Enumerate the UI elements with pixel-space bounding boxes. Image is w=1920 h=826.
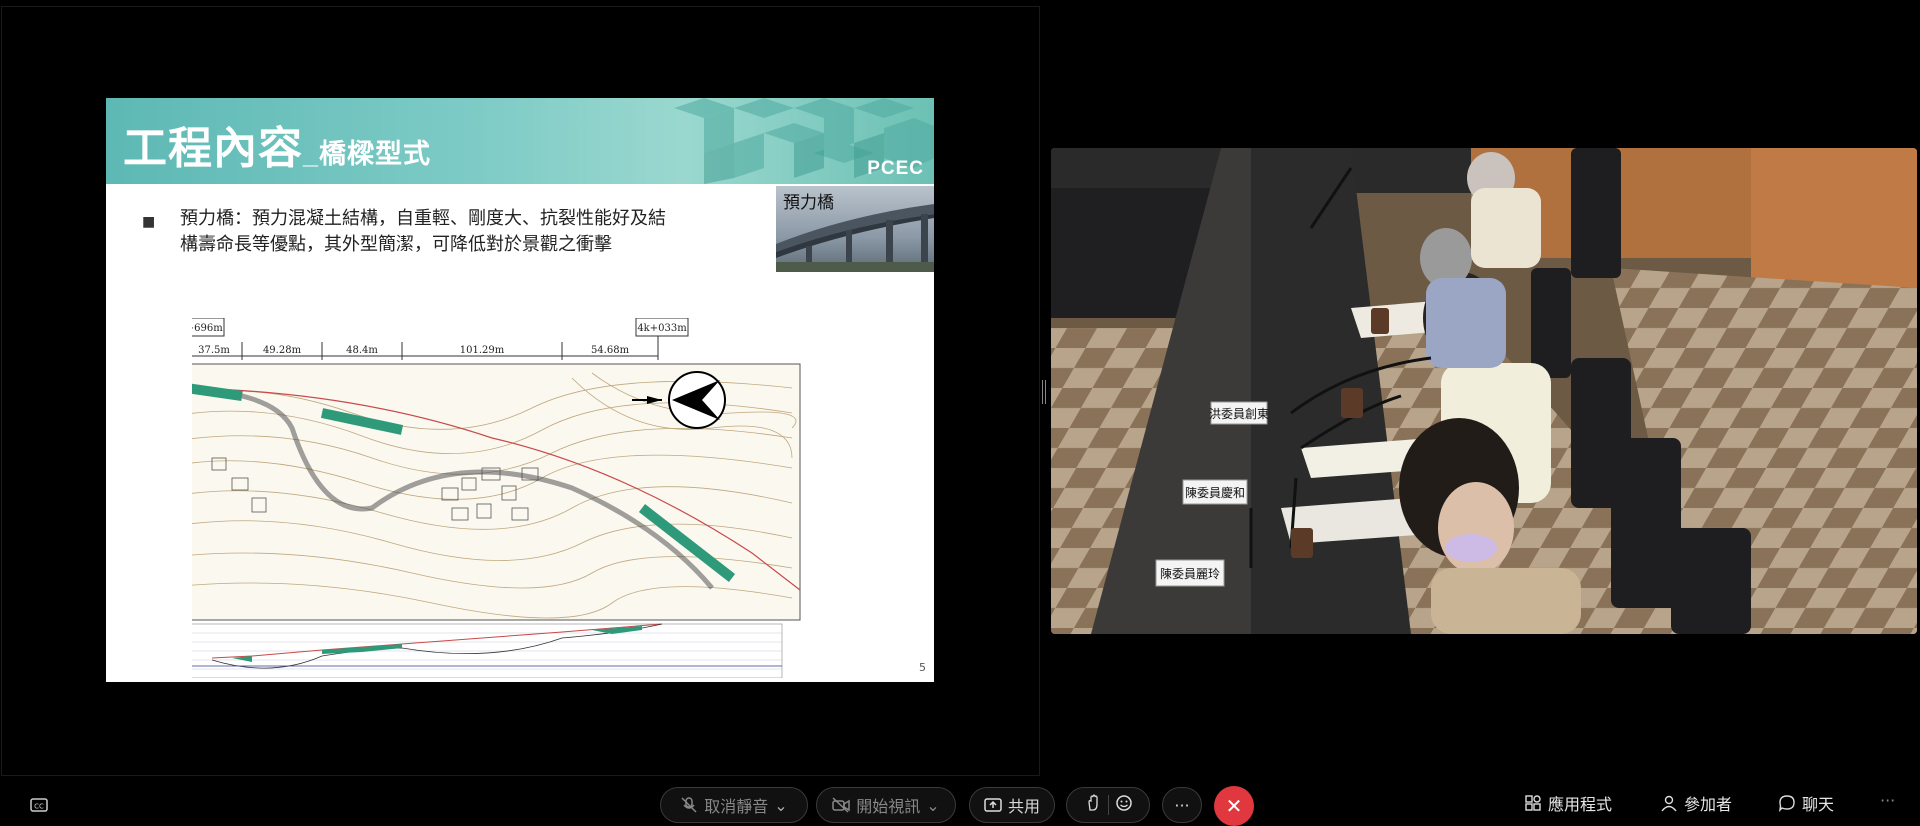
meeting-toolbar: CC 取消靜音 ⌄ 開始視訊 ⌄ 共用 ··· 應用程式 參加者 聊天 ··· [0,776,1920,824]
participant-video: 洪委員創東 陳委員慶和 陳委員麗玲 [1051,148,1917,634]
person-icon [1661,795,1677,812]
start-video-button[interactable]: 開始視訊 ⌄ [816,787,956,823]
raise-hand-icon[interactable] [1084,794,1102,816]
emoji-reaction-icon[interactable] [1115,794,1133,816]
page-number: 5 [919,661,926,674]
leave-meeting-button[interactable]: ✕ [1214,786,1254,826]
share-label: 共用 [1007,797,1040,816]
nameplate-1: 洪委員創東 [1209,407,1269,421]
segment-length-4: 101.29m [460,345,505,356]
participants-button[interactable]: 參加者 [1660,791,1732,815]
profile-view [192,623,783,678]
chat-button[interactable]: 聊天 [1778,791,1834,815]
segment-length-2: 49.28m [263,345,302,356]
bullet-square-icon: ■ [142,214,156,230]
slide-title-sub: _橋樑型式 [303,139,432,169]
share-icon [984,798,1002,812]
segment-length-1: 37.5m [198,345,230,356]
video-off-icon [832,797,851,813]
nameplate-2: 陳委員慶和 [1185,486,1245,500]
presentation-slide: 工程內容_橋樑型式 PCEC ■ 預力橋：預力混凝土結構，自重輕、剛度大、抗裂性… [106,98,934,682]
chat-label: 聊天 [1802,795,1835,814]
unmute-button[interactable]: 取消靜音 ⌄ [660,787,808,823]
bullet-line-2: 構壽命長等優點，其外型簡潔，可降低對於景觀之衝擊 [180,234,612,255]
start-video-label: 開始視訊 [856,797,921,816]
segment-length-3: 48.4m [346,345,378,356]
pane-resize-handle[interactable] [1042,380,1046,404]
chat-icon [1779,795,1795,812]
plan-view [192,363,801,621]
station-start: 3k+696m [192,323,223,334]
meeting-stage: 工程內容_橋樑型式 PCEC ■ 預力橋：預力混凝土結構，自重輕、剛度大、抗裂性… [0,0,1920,776]
reactions-group [1066,787,1150,823]
slide-title: 工程內容_橋樑型式 [123,112,431,176]
more-options-button[interactable]: ··· [1162,787,1202,823]
chevron-down-icon[interactable]: ⌄ [926,796,939,815]
nameplate-3: 陳委員麗玲 [1160,567,1220,581]
apps-label: 應用程式 [1548,795,1613,814]
apps-icon [1525,795,1541,811]
station-end: 4k+033m [637,323,687,334]
pcec-logo: PCEC [867,158,924,179]
mic-muted-icon [681,797,697,813]
slide-bullet: ■ 預力橋：預力混凝土結構，自重輕、剛度大、抗裂性能好及結 構壽命長等優點，其外… [142,206,734,258]
bullet-line-1: 預力橋：預力混凝土結構，自重輕、剛度大、抗裂性能好及結 [180,208,666,229]
chevron-down-icon[interactable]: ⌄ [774,796,787,815]
slide-header: 工程內容_橋樑型式 PCEC [106,98,934,184]
alignment-drawing: 3k+696m 4k+033m 37.5m 49.28m 48.4m 101.2… [192,318,801,678]
more-icon: ··· [1174,795,1190,815]
overflow-icon[interactable]: ··· [1880,791,1895,810]
segment-length-5: 54.68m [591,345,630,356]
close-icon: ✕ [1225,794,1243,818]
photo-label: 預力橋 [783,193,834,213]
slide-title-main: 工程內容 [123,124,303,173]
bridge-photo: 預力橋 [776,186,934,272]
captions-icon[interactable]: CC [30,796,48,814]
participants-label: 參加者 [1684,795,1733,814]
share-button[interactable]: 共用 [969,787,1055,823]
apps-button[interactable]: 應用程式 [1524,791,1612,815]
svg-text:CC: CC [34,803,44,811]
unmute-label: 取消靜音 [704,797,769,816]
